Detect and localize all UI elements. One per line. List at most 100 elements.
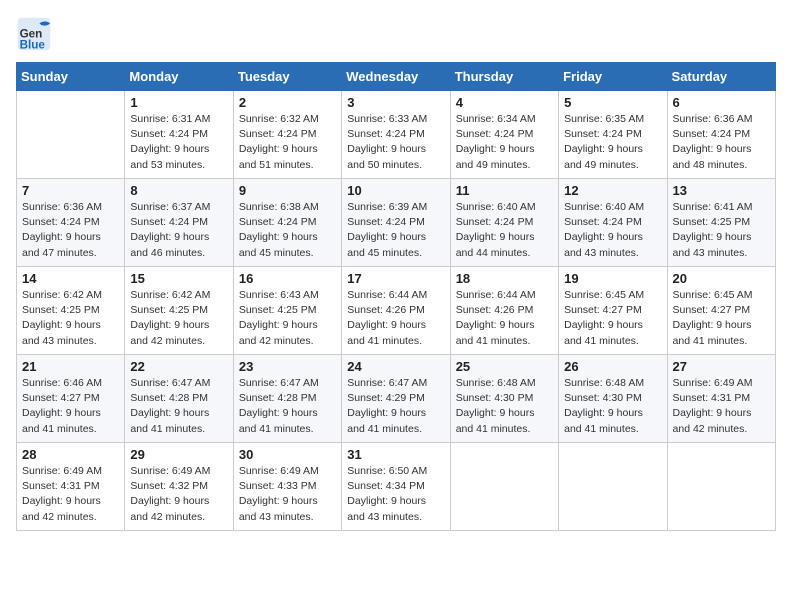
- calendar-cell: 21 Sunrise: 6:46 AMSunset: 4:27 PMDayligh…: [17, 355, 125, 443]
- logo-icon: Gen Blue: [16, 16, 52, 52]
- day-info: Sunrise: 6:36 AMSunset: 4:24 PMDaylight:…: [22, 200, 119, 261]
- day-number: 29: [130, 447, 227, 462]
- day-info: Sunrise: 6:33 AMSunset: 4:24 PMDaylight:…: [347, 112, 444, 173]
- calendar-cell: 14 Sunrise: 6:42 AMSunset: 4:25 PMDayligh…: [17, 267, 125, 355]
- day-info: Sunrise: 6:49 AMSunset: 4:31 PMDaylight:…: [22, 464, 119, 525]
- day-number: 26: [564, 359, 661, 374]
- calendar-cell: 13Sunrise: 6:41 AMSunset: 4:25 PMDayligh…: [667, 179, 775, 267]
- day-number: 7: [22, 183, 119, 198]
- calendar-cell: [450, 443, 558, 531]
- day-number: 23: [239, 359, 336, 374]
- day-number: 2: [239, 95, 336, 110]
- weekday-header-monday: Monday: [125, 63, 233, 91]
- calendar-cell: 9Sunrise: 6:38 AMSunset: 4:24 PMDaylight…: [233, 179, 341, 267]
- day-info: Sunrise: 6:40 AMSunset: 4:24 PMDaylight:…: [564, 200, 661, 261]
- day-number: 6: [673, 95, 770, 110]
- calendar-cell: 2 Sunrise: 6:32 AMSunset: 4:24 PMDaylight…: [233, 91, 341, 179]
- calendar-cell: 25 Sunrise: 6:48 AMSunset: 4:30 PMDayligh…: [450, 355, 558, 443]
- calendar-cell: 1 Sunrise: 6:31 AMSunset: 4:24 PMDaylight…: [125, 91, 233, 179]
- day-number: 19: [564, 271, 661, 286]
- day-number: 5: [564, 95, 661, 110]
- day-info: Sunrise: 6:32 AMSunset: 4:24 PMDaylight:…: [239, 112, 336, 173]
- calendar-week-row: 21 Sunrise: 6:46 AMSunset: 4:27 PMDayligh…: [17, 355, 776, 443]
- logo: Gen Blue: [16, 16, 58, 52]
- calendar-week-row: 14 Sunrise: 6:42 AMSunset: 4:25 PMDayligh…: [17, 267, 776, 355]
- day-number: 17: [347, 271, 444, 286]
- day-number: 8: [130, 183, 227, 198]
- calendar-cell: 28 Sunrise: 6:49 AMSunset: 4:31 PMDayligh…: [17, 443, 125, 531]
- day-info: Sunrise: 6:45 AMSunset: 4:27 PMDaylight:…: [564, 288, 661, 349]
- day-number: 16: [239, 271, 336, 286]
- calendar-cell: [667, 443, 775, 531]
- day-number: 28: [22, 447, 119, 462]
- calendar-cell: 24Sunrise: 6:47 AMSunset: 4:29 PMDayligh…: [342, 355, 450, 443]
- day-info: Sunrise: 6:42 AMSunset: 4:25 PMDaylight:…: [22, 288, 119, 349]
- day-info: Sunrise: 6:40 AMSunset: 4:24 PMDaylight:…: [456, 200, 553, 261]
- svg-text:Blue: Blue: [20, 38, 46, 51]
- day-info: Sunrise: 6:44 AMSunset: 4:26 PMDaylight:…: [347, 288, 444, 349]
- day-info: Sunrise: 6:48 AMSunset: 4:30 PMDaylight:…: [564, 376, 661, 437]
- calendar-cell: 29 Sunrise: 6:49 AMSunset: 4:32 PMDayligh…: [125, 443, 233, 531]
- calendar-week-row: 7 Sunrise: 6:36 AMSunset: 4:24 PMDaylight…: [17, 179, 776, 267]
- day-info: Sunrise: 6:46 AMSunset: 4:27 PMDaylight:…: [22, 376, 119, 437]
- weekday-header-wednesday: Wednesday: [342, 63, 450, 91]
- day-number: 21: [22, 359, 119, 374]
- calendar-cell: 6 Sunrise: 6:36 AMSunset: 4:24 PMDaylight…: [667, 91, 775, 179]
- day-number: 12: [564, 183, 661, 198]
- calendar-cell: 11 Sunrise: 6:40 AMSunset: 4:24 PMDayligh…: [450, 179, 558, 267]
- day-info: Sunrise: 6:38 AMSunset: 4:24 PMDaylight:…: [239, 200, 336, 261]
- calendar-cell: 3 Sunrise: 6:33 AMSunset: 4:24 PMDaylight…: [342, 91, 450, 179]
- calendar-cell: 8 Sunrise: 6:37 AMSunset: 4:24 PMDaylight…: [125, 179, 233, 267]
- day-info: Sunrise: 6:36 AMSunset: 4:24 PMDaylight:…: [673, 112, 770, 173]
- day-info: Sunrise: 6:39 AMSunset: 4:24 PMDaylight:…: [347, 200, 444, 261]
- day-number: 31: [347, 447, 444, 462]
- day-info: Sunrise: 6:49 AMSunset: 4:33 PMDaylight:…: [239, 464, 336, 525]
- calendar-cell: 22Sunrise: 6:47 AMSunset: 4:28 PMDayligh…: [125, 355, 233, 443]
- calendar-cell: 10 Sunrise: 6:39 AMSunset: 4:24 PMDayligh…: [342, 179, 450, 267]
- day-info: Sunrise: 6:43 AMSunset: 4:25 PMDaylight:…: [239, 288, 336, 349]
- day-number: 24: [347, 359, 444, 374]
- calendar-cell: 19 Sunrise: 6:45 AMSunset: 4:27 PMDayligh…: [559, 267, 667, 355]
- day-info: Sunrise: 6:34 AMSunset: 4:24 PMDaylight:…: [456, 112, 553, 173]
- weekday-header-sunday: Sunday: [17, 63, 125, 91]
- calendar-cell: 15 Sunrise: 6:42 AMSunset: 4:25 PMDayligh…: [125, 267, 233, 355]
- day-number: 30: [239, 447, 336, 462]
- calendar-cell: 5Sunrise: 6:35 AMSunset: 4:24 PMDaylight…: [559, 91, 667, 179]
- calendar-cell: 27Sunrise: 6:49 AMSunset: 4:31 PMDayligh…: [667, 355, 775, 443]
- calendar-cell: 26 Sunrise: 6:48 AMSunset: 4:30 PMDayligh…: [559, 355, 667, 443]
- day-number: 1: [130, 95, 227, 110]
- day-number: 15: [130, 271, 227, 286]
- day-info: Sunrise: 6:45 AMSunset: 4:27 PMDaylight:…: [673, 288, 770, 349]
- day-number: 25: [456, 359, 553, 374]
- day-number: 20: [673, 271, 770, 286]
- calendar-cell: 17 Sunrise: 6:44 AMSunset: 4:26 PMDayligh…: [342, 267, 450, 355]
- day-info: Sunrise: 6:47 AMSunset: 4:28 PMDaylight:…: [130, 376, 227, 437]
- day-number: 3: [347, 95, 444, 110]
- day-info: Sunrise: 6:50 AMSunset: 4:34 PMDaylight:…: [347, 464, 444, 525]
- calendar-header-row: SundayMondayTuesdayWednesdayThursdayFrid…: [17, 63, 776, 91]
- day-info: Sunrise: 6:37 AMSunset: 4:24 PMDaylight:…: [130, 200, 227, 261]
- calendar-cell: 31 Sunrise: 6:50 AMSunset: 4:34 PMDayligh…: [342, 443, 450, 531]
- day-number: 10: [347, 183, 444, 198]
- calendar-week-row: 28 Sunrise: 6:49 AMSunset: 4:31 PMDayligh…: [17, 443, 776, 531]
- day-number: 14: [22, 271, 119, 286]
- day-number: 11: [456, 183, 553, 198]
- day-info: Sunrise: 6:49 AMSunset: 4:32 PMDaylight:…: [130, 464, 227, 525]
- day-info: Sunrise: 6:42 AMSunset: 4:25 PMDaylight:…: [130, 288, 227, 349]
- day-number: 18: [456, 271, 553, 286]
- day-info: Sunrise: 6:47 AMSunset: 4:28 PMDaylight:…: [239, 376, 336, 437]
- day-info: Sunrise: 6:48 AMSunset: 4:30 PMDaylight:…: [456, 376, 553, 437]
- calendar-cell: 23 Sunrise: 6:47 AMSunset: 4:28 PMDayligh…: [233, 355, 341, 443]
- day-info: Sunrise: 6:44 AMSunset: 4:26 PMDaylight:…: [456, 288, 553, 349]
- page-header: Gen Blue: [16, 16, 776, 52]
- calendar-cell: 20 Sunrise: 6:45 AMSunset: 4:27 PMDayligh…: [667, 267, 775, 355]
- day-number: 27: [673, 359, 770, 374]
- calendar-cell: 12 Sunrise: 6:40 AMSunset: 4:24 PMDayligh…: [559, 179, 667, 267]
- day-info: Sunrise: 6:31 AMSunset: 4:24 PMDaylight:…: [130, 112, 227, 173]
- calendar-cell: [559, 443, 667, 531]
- day-info: Sunrise: 6:41 AMSunset: 4:25 PMDaylight:…: [673, 200, 770, 261]
- calendar-cell: 30 Sunrise: 6:49 AMSunset: 4:33 PMDayligh…: [233, 443, 341, 531]
- calendar-cell: 18 Sunrise: 6:44 AMSunset: 4:26 PMDayligh…: [450, 267, 558, 355]
- weekday-header-thursday: Thursday: [450, 63, 558, 91]
- calendar-cell: 16 Sunrise: 6:43 AMSunset: 4:25 PMDayligh…: [233, 267, 341, 355]
